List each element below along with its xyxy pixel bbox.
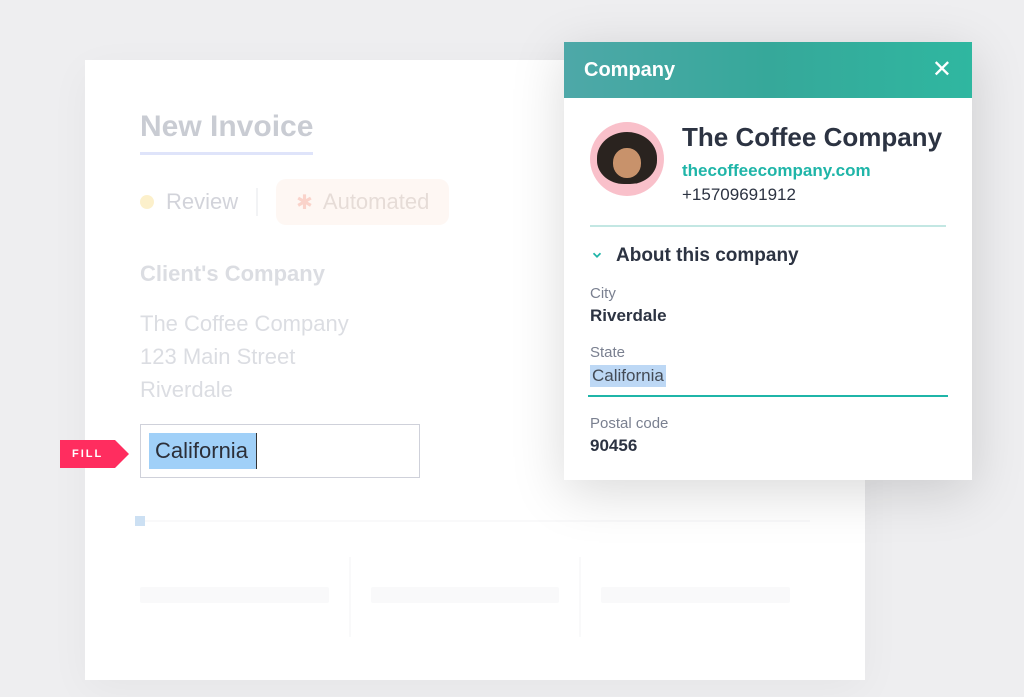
state-label: State (590, 344, 946, 361)
company-popover: Company ✕ The Coffee Company thecoffeeco… (564, 42, 972, 480)
skeleton-col (349, 557, 580, 637)
company-name: The Coffee Company (682, 122, 942, 153)
skeleton-columns (140, 557, 810, 637)
state-value: California (590, 365, 666, 387)
company-url[interactable]: thecoffeecompany.com (682, 161, 942, 181)
divider (256, 188, 258, 216)
arrow-right-icon (115, 440, 129, 468)
sprocket-icon: ✱ (296, 190, 313, 215)
page-title: New Invoice (140, 110, 313, 155)
close-icon: ✕ (932, 56, 952, 83)
company-header: The Coffee Company thecoffeecompany.com … (590, 122, 946, 205)
status-dot-icon (140, 195, 154, 209)
skeleton-col (579, 557, 810, 637)
city-value: Riverdale (590, 306, 946, 326)
resize-handle-icon[interactable] (135, 516, 145, 526)
skeleton-table (140, 520, 810, 637)
automated-label: Automated (323, 189, 429, 215)
skeleton-col (140, 557, 349, 637)
popover-body: The Coffee Company thecoffeecompany.com … (564, 98, 972, 480)
close-button[interactable]: ✕ (932, 58, 952, 82)
postal-field: Postal code 90456 (590, 415, 946, 456)
underline (588, 395, 948, 397)
state-field[interactable]: State California (590, 344, 946, 397)
review-label: Review (166, 189, 238, 215)
divider (590, 225, 946, 227)
state-input[interactable]: California (140, 424, 420, 478)
fill-tag: FILL (60, 440, 129, 468)
automated-chip[interactable]: ✱ Automated (276, 179, 449, 225)
skeleton-bar (601, 587, 790, 603)
city-field: City Riverdale (590, 285, 946, 326)
city-label: City (590, 285, 946, 302)
chevron-down-icon (590, 248, 604, 265)
skeleton-bar (371, 587, 560, 603)
about-label: About this company (616, 245, 799, 267)
review-chip[interactable]: Review (140, 189, 238, 215)
skeleton-bar (140, 587, 329, 603)
skeleton-top-line (140, 520, 810, 522)
postal-label: Postal code (590, 415, 946, 432)
popover-title: Company (584, 59, 675, 82)
company-phone: +15709691912 (682, 185, 942, 205)
postal-value: 90456 (590, 436, 946, 456)
popover-header: Company ✕ (564, 42, 972, 98)
state-input-value: California (149, 433, 257, 470)
avatar (590, 122, 664, 196)
about-toggle[interactable]: About this company (590, 245, 946, 267)
fill-tag-label: FILL (60, 440, 115, 468)
